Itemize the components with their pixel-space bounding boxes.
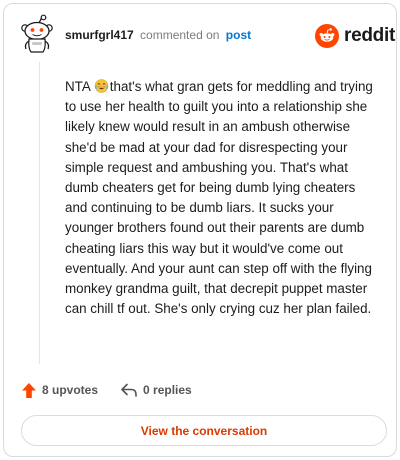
username[interactable]: smurfgrl417 — [65, 28, 134, 42]
reply-count: 0 replies — [143, 383, 192, 397]
commented-on-label: commented on — [140, 28, 220, 42]
comment-card: smurfgrl417 commented on post reddit NTA — [3, 3, 397, 457]
laughing-emoji-icon — [94, 79, 109, 93]
post-link[interactable]: post — [226, 28, 251, 42]
user-avatar-icon[interactable] — [19, 14, 55, 54]
reddit-brand[interactable]: reddit — [315, 23, 395, 49]
comment-prefix: NTA — [65, 79, 91, 94]
view-conversation-button[interactable]: View the conversation — [21, 415, 387, 446]
thread-line — [39, 62, 40, 364]
upvote-count: 8 upvotes — [42, 383, 99, 397]
reply-arrow-icon — [121, 383, 137, 397]
replies-button[interactable]: 0 replies — [120, 382, 192, 398]
comment-body: NTA that's what gran gets for meddling a… — [65, 77, 381, 319]
comment-actions: 8 upvotes 0 replies — [21, 379, 192, 401]
reddit-logo-icon — [315, 24, 339, 48]
comment-text: that's what gran gets for meddling and t… — [65, 79, 373, 317]
brand-name: reddit — [344, 25, 395, 46]
upvote-arrow-icon — [22, 382, 36, 398]
comment-header: smurfgrl417 commented on post — [65, 28, 251, 42]
upvote-button[interactable]: 8 upvotes — [21, 382, 98, 399]
